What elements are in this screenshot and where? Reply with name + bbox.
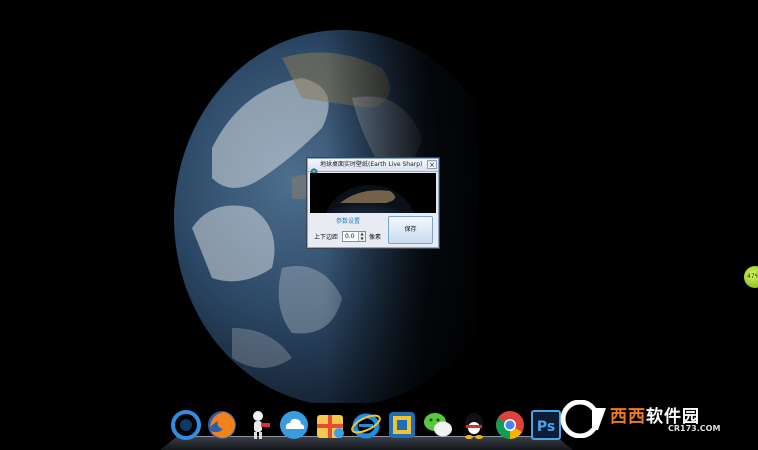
ie-icon[interactable]: [350, 409, 382, 441]
robot-icon[interactable]: [242, 409, 274, 441]
window-icon[interactable]: [386, 409, 418, 441]
qq-icon[interactable]: [458, 409, 490, 441]
gift-icon[interactable]: [314, 409, 346, 441]
settings-dialog: 地球桌面实时壁纸(Earth Live Sharp) × 参数设置 上下边距 0…: [307, 158, 439, 248]
watermark-domain: CR173.COM: [668, 424, 721, 433]
gap-spinner[interactable]: 0.0 ▲ ▼: [342, 231, 366, 242]
watermark-logo: C: [560, 400, 608, 438]
config-title: 参数设置: [335, 218, 360, 225]
dialog-titlebar[interactable]: 地球桌面实时壁纸(Earth Live Sharp) ×: [308, 159, 438, 176]
spinner-arrows-icon[interactable]: ▲ ▼: [358, 231, 365, 241]
close-button[interactable]: ×: [427, 160, 437, 169]
dock: Ps: [160, 407, 573, 450]
save-button[interactable]: 保存: [388, 216, 433, 244]
gap-label: 上下边距: [314, 234, 339, 241]
earth-app-icon: [310, 161, 318, 176]
chrome-icon[interactable]: [494, 409, 526, 441]
watermark: C 西西软件园 CR173.COM: [558, 400, 748, 438]
wechat-icon[interactable]: [422, 409, 454, 441]
firefox-icon[interactable]: [206, 409, 238, 441]
desktop: 地球桌面实时壁纸(Earth Live Sharp) × 参数设置 上下边距 0…: [0, 0, 758, 450]
floating-ball[interactable]: 47%: [744, 266, 758, 288]
cloud-icon[interactable]: [278, 409, 310, 441]
dialog-title: 地球桌面实时壁纸(Earth Live Sharp): [320, 161, 423, 168]
svg-text:Ps: Ps: [537, 419, 555, 435]
preview-image: [310, 173, 436, 213]
gap-value[interactable]: 0.0: [345, 232, 359, 241]
360-icon[interactable]: [170, 409, 202, 441]
watermark-name-1: 西西: [610, 407, 646, 427]
unit-label: 像素: [369, 234, 382, 241]
